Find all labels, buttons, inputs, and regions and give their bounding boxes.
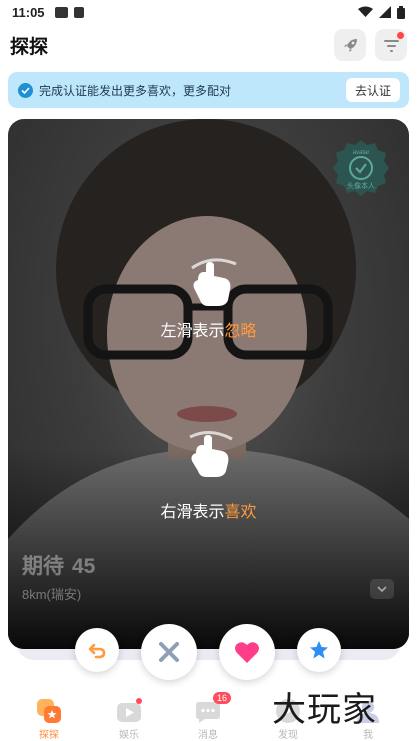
boost-button[interactable] bbox=[334, 29, 366, 61]
nav-label-messages: 消息 bbox=[198, 730, 218, 741]
profile-name-row: 期待 45 bbox=[22, 550, 95, 580]
filter-button[interactable] bbox=[375, 29, 407, 61]
verified-avatar-badge: avatar 头像本人 bbox=[333, 140, 389, 196]
status-icons bbox=[358, 5, 405, 19]
swipe-left-prefix: 左滑表示 bbox=[160, 323, 225, 340]
page-title: 探探 bbox=[10, 36, 49, 58]
banner-text: 完成认证能发出更多喜欢，更多配对 bbox=[39, 83, 232, 98]
explore-icon bbox=[36, 698, 62, 724]
rocket-icon bbox=[343, 38, 357, 52]
wifi-icon bbox=[358, 6, 373, 17]
profile-expand-button[interactable] bbox=[370, 579, 394, 599]
status-bar: 11:05 bbox=[0, 0, 417, 24]
play-icon bbox=[116, 698, 142, 724]
profile-card[interactable]: avatar 头像本人 左滑表示忽略 右滑表示喜欢 期待 45 8km(瑞安) bbox=[8, 119, 409, 649]
undo-button[interactable] bbox=[75, 628, 119, 672]
verified-check-icon bbox=[18, 82, 33, 98]
chevron-down-icon bbox=[377, 585, 387, 592]
badge-label-top: avatar bbox=[353, 150, 370, 156]
verify-button[interactable]: 去认证 bbox=[345, 78, 400, 102]
nav-item-messages[interactable]: 16 消息 bbox=[178, 688, 238, 741]
message-icon: 16 bbox=[195, 692, 231, 724]
profile-name: 期待 bbox=[22, 555, 64, 578]
profile-distance: 8km(瑞安) bbox=[22, 587, 82, 602]
status-time: 11:05 bbox=[12, 4, 45, 20]
watermark-logo: 大玩家 bbox=[272, 690, 377, 730]
swipe-right-hand-icon bbox=[189, 431, 233, 477]
swipe-left-action: 忽略 bbox=[224, 323, 257, 340]
heart-icon bbox=[235, 641, 259, 663]
app-notification-icon bbox=[73, 6, 84, 18]
nav-label-explore: 探探 bbox=[39, 730, 59, 741]
swipe-right-action: 喜欢 bbox=[224, 504, 257, 521]
swipe-right-prefix: 右滑表示 bbox=[160, 504, 225, 521]
swipe-right-hint: 右滑表示喜欢 bbox=[8, 498, 409, 522]
battery-icon bbox=[397, 5, 405, 19]
nav-item-explore[interactable]: 探探 bbox=[19, 688, 79, 741]
star-icon bbox=[310, 641, 328, 659]
close-icon bbox=[159, 642, 179, 662]
nav-label-entertainment: 娱乐 bbox=[119, 730, 139, 741]
nav-item-entertainment[interactable]: 娱乐 bbox=[99, 688, 159, 741]
profile-age: 45 bbox=[72, 555, 96, 578]
screen: 11:05 探探 完成认证能发出更多喜欢，更多配对 去认证 avatar 头像本… bbox=[0, 0, 417, 741]
app-header: 探探 bbox=[0, 24, 417, 66]
verification-banner[interactable]: 完成认证能发出更多喜欢，更多配对 去认证 bbox=[8, 72, 409, 108]
messages-unread-badge: 16 bbox=[212, 692, 231, 704]
undo-icon bbox=[88, 643, 106, 659]
swipe-left-hint: 左滑表示忽略 bbox=[8, 317, 409, 341]
signal-icon bbox=[379, 6, 391, 18]
like-button[interactable] bbox=[219, 624, 275, 680]
header-actions bbox=[334, 29, 407, 61]
filter-notification-dot bbox=[397, 32, 404, 39]
swipe-left-hand-icon bbox=[191, 258, 237, 306]
filter-icon bbox=[383, 39, 399, 52]
super-like-button[interactable] bbox=[297, 628, 341, 672]
notification-icon bbox=[54, 6, 68, 18]
badge-label-bottom: 头像本人 bbox=[347, 181, 375, 190]
dislike-button[interactable] bbox=[141, 624, 197, 680]
